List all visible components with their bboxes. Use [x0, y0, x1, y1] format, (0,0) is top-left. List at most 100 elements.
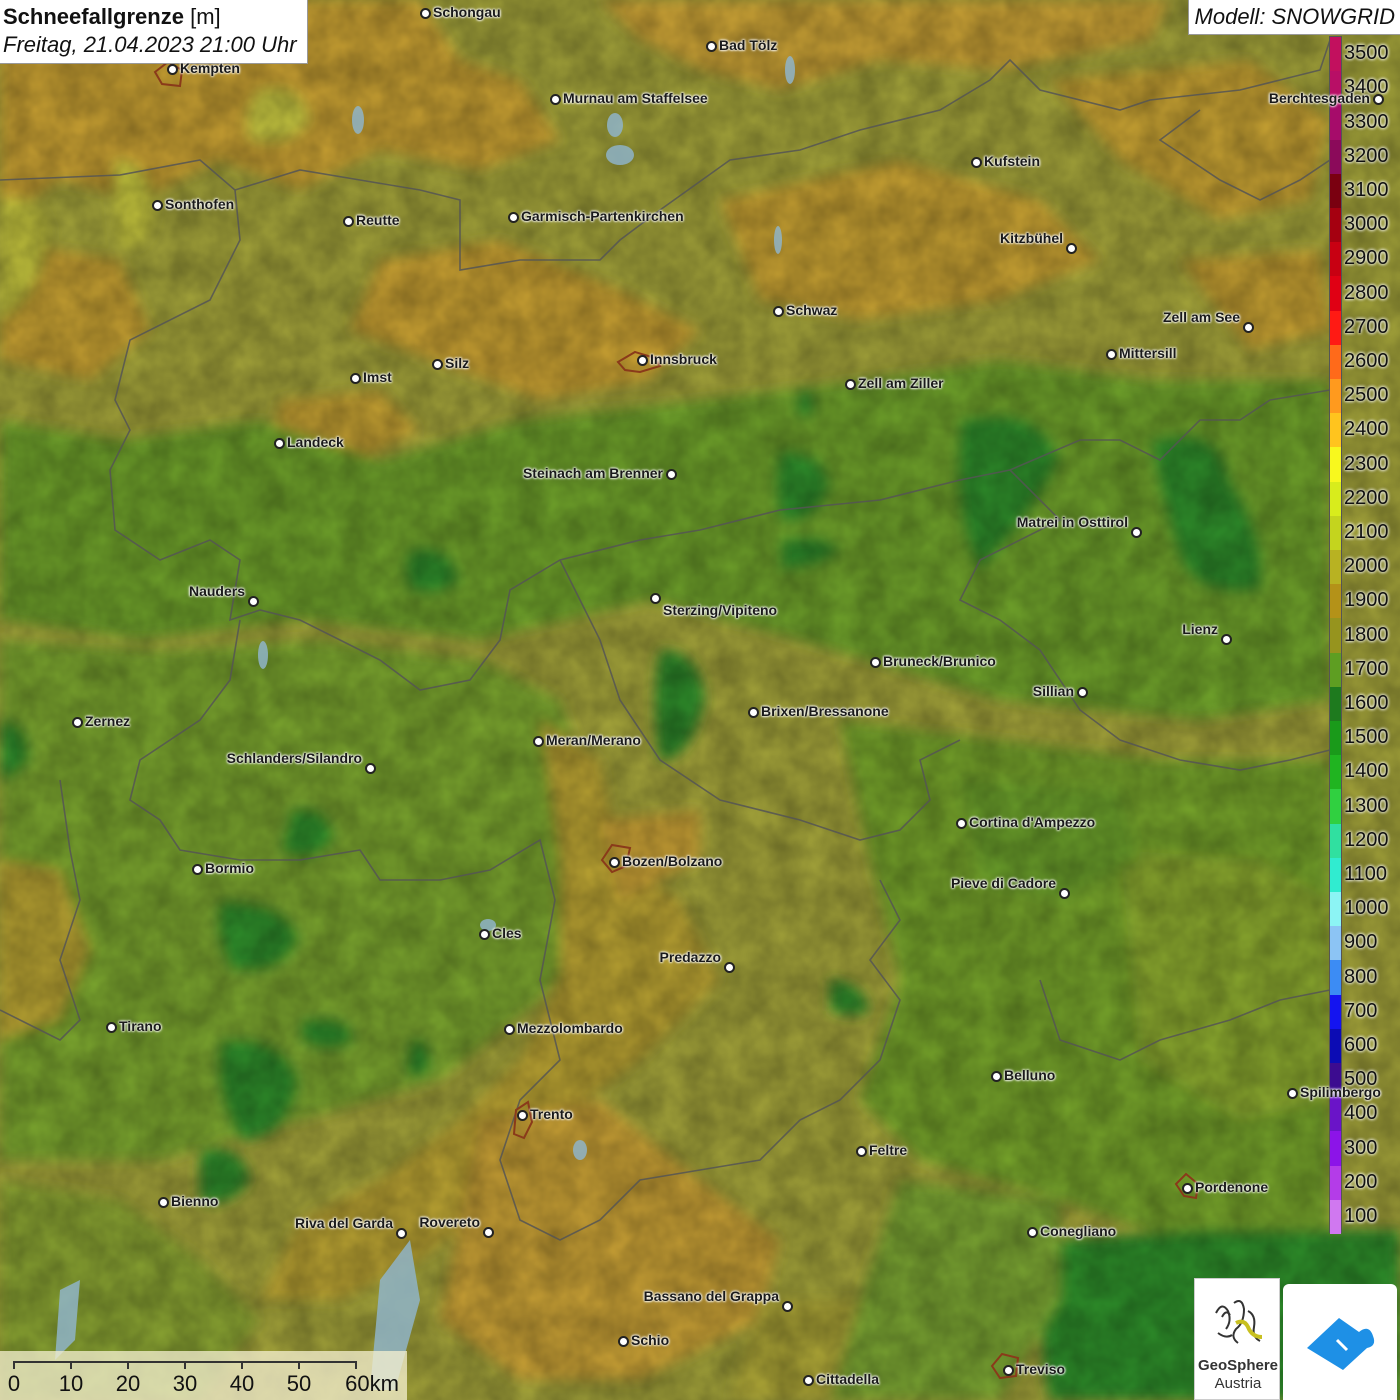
legend-label: 1300 — [1344, 794, 1389, 817]
scale-label: 10 — [58, 1371, 84, 1396]
city-name: Spilimbergo — [1300, 1084, 1381, 1100]
geosphere-subtitle: Austria — [1214, 1375, 1262, 1392]
legend-swatch-2800 — [1330, 276, 1341, 312]
legend-label: 2800 — [1344, 281, 1389, 304]
city-name: Sonthofen — [165, 196, 235, 212]
city-dot-icon — [666, 469, 677, 480]
city-dot-icon — [724, 962, 735, 973]
scale-tick — [298, 1361, 300, 1369]
legend-swatch-1300 — [1330, 789, 1341, 825]
city-name: Zell am Ziller — [858, 375, 944, 391]
city-dot-icon — [420, 8, 431, 19]
app-logo[interactable] — [1283, 1284, 1397, 1400]
legend-swatch-700 — [1330, 994, 1341, 1030]
legend-label: 2400 — [1344, 418, 1389, 441]
city-name: Murnau am Staffelsee — [563, 90, 708, 106]
map-date: Freitag, 21.04.2023 21:00 Uhr — [3, 32, 297, 57]
legend-swatch-2000 — [1330, 550, 1341, 585]
city-name: Schongau — [433, 4, 501, 20]
legend-label: 1100 — [1344, 862, 1388, 885]
legend-swatch-800 — [1330, 960, 1341, 996]
legend-swatch-600 — [1330, 1028, 1341, 1064]
city-name: Riva del Garda — [294, 1215, 393, 1231]
city-dot-icon — [1373, 94, 1384, 105]
city-name: Kempten — [180, 60, 240, 76]
legend-label: 600 — [1344, 1033, 1378, 1056]
city-dot-icon — [432, 359, 443, 370]
legend-label: 900 — [1344, 931, 1378, 954]
city-dot-icon — [1066, 243, 1077, 254]
city-dot-icon — [274, 438, 285, 449]
legend-label: 2600 — [1344, 349, 1389, 372]
city-dot-icon — [508, 212, 519, 223]
city-dot-icon — [856, 1146, 867, 1157]
city-name: Predazzo — [659, 949, 721, 965]
legend-swatch-1400 — [1330, 755, 1341, 790]
scale-label: 50 — [286, 1371, 312, 1396]
legend-label: 2100 — [1344, 520, 1389, 543]
city-name: Schwaz — [786, 302, 838, 318]
scale-tick — [241, 1361, 243, 1369]
legend-label: 2700 — [1344, 315, 1389, 338]
city-dot-icon — [618, 1336, 629, 1347]
scale-label: 60km — [345, 1371, 399, 1396]
legend-label: 3000 — [1344, 213, 1389, 236]
legend-label: 700 — [1344, 999, 1378, 1022]
city-name: Schio — [631, 1332, 670, 1348]
legend-swatch-1700 — [1330, 652, 1341, 688]
scale-label: 30 — [172, 1371, 198, 1396]
city-name: Landeck — [287, 434, 344, 450]
geosphere-logo[interactable]: GeoSphere Austria — [1194, 1278, 1280, 1400]
city-name: Innsbruck — [650, 351, 717, 367]
city-name: Steinach am Brenner — [522, 465, 663, 481]
city-name: Lienz — [1182, 621, 1218, 637]
city-name: Matrei in Osttirol — [1016, 514, 1128, 530]
scale-bar: 0 10 20 30 40 50 60km — [0, 1351, 407, 1400]
legend-label: 3100 — [1344, 178, 1389, 201]
city-dot-icon — [72, 717, 83, 728]
city-name: Bruneck/Brunico — [883, 653, 996, 669]
map-title: Schneefallgrenze [m] — [3, 4, 221, 29]
city-name: Cles — [492, 925, 522, 941]
legend-label: 3200 — [1344, 144, 1389, 167]
model-label: Modell: SNOWGRID — [1187, 0, 1400, 35]
city-dot-icon — [1106, 349, 1117, 360]
city-dot-icon — [1221, 634, 1232, 645]
city-dot-icon — [956, 818, 967, 829]
snow-cloud-icon — [1307, 1318, 1375, 1370]
scale-tick — [13, 1361, 15, 1369]
city-dot-icon — [782, 1301, 793, 1312]
city-name: Tirano — [119, 1018, 162, 1034]
legend-label: 1200 — [1344, 828, 1389, 851]
city-dot-icon — [1182, 1183, 1193, 1194]
legend-label: 1800 — [1344, 623, 1389, 646]
city-name: Conegliano — [1040, 1223, 1117, 1239]
city-dot-icon — [504, 1024, 515, 1035]
city-dot-icon — [483, 1227, 494, 1238]
city-dot-icon — [167, 64, 178, 75]
city-name: Kitzbühel — [1000, 230, 1063, 246]
city-dot-icon — [870, 657, 881, 668]
city-name: Trento — [530, 1106, 573, 1122]
legend-swatch-1200 — [1330, 823, 1341, 859]
legend-label: 1700 — [1344, 657, 1389, 680]
city-dot-icon — [396, 1228, 407, 1239]
legend-swatch-2200 — [1330, 481, 1341, 517]
city-name: Reutte — [356, 212, 400, 228]
city-dot-icon — [706, 41, 717, 52]
legend-label: 1400 — [1344, 760, 1389, 783]
legend-label: 1600 — [1344, 691, 1389, 714]
legend-swatch-100 — [1330, 1199, 1341, 1235]
legend-swatch-3200 — [1330, 139, 1341, 175]
scale-tick — [355, 1361, 357, 1369]
legend-swatch-2600 — [1330, 344, 1341, 380]
city-dot-icon — [517, 1110, 528, 1121]
legend-label: 800 — [1344, 965, 1378, 988]
geosphere-name: GeoSphere — [1197, 1357, 1279, 1374]
legend-label: 2200 — [1344, 486, 1389, 509]
city-name: Schlanders/Silandro — [226, 750, 362, 766]
city-dot-icon — [971, 157, 982, 168]
legend-label: 1900 — [1344, 589, 1389, 612]
legend-swatch-3500 — [1330, 37, 1341, 72]
city-name: Meran/Merano — [546, 732, 641, 748]
